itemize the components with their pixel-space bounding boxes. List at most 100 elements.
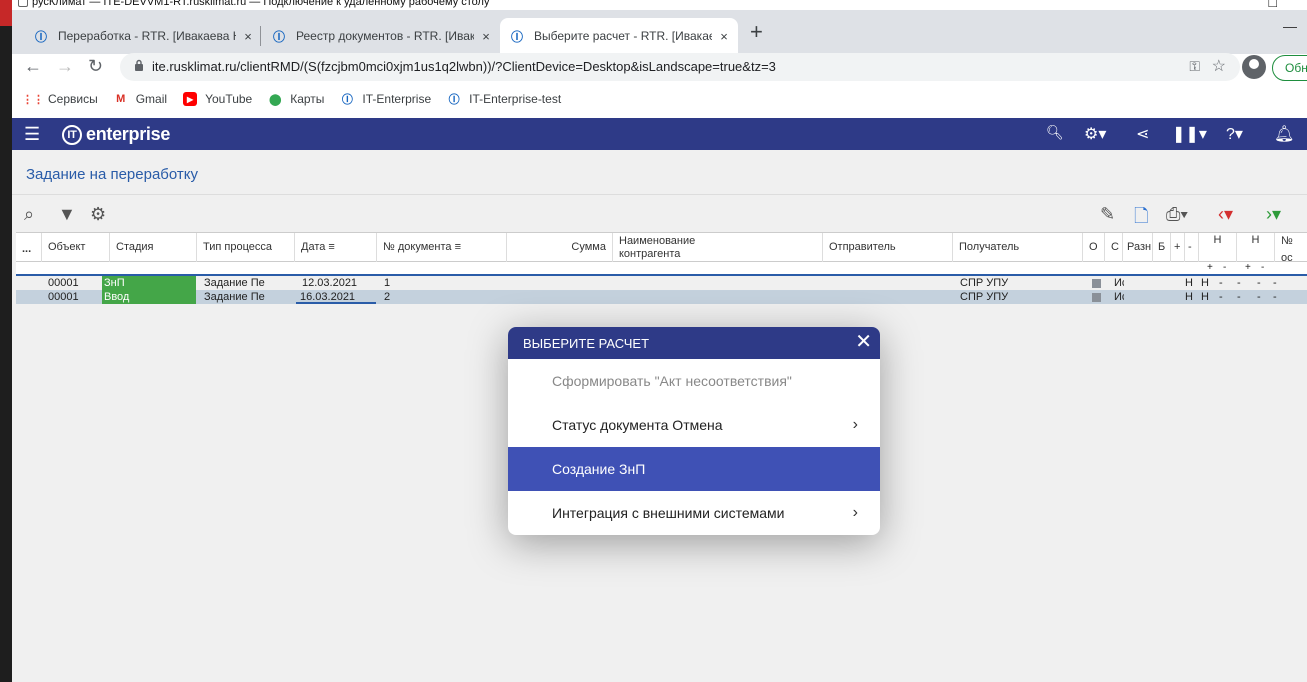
previous-red-arrow-icon[interactable]: ‹▾ <box>1218 204 1233 225</box>
tab-reestr[interactable]: Ⓘ Реестр документов - RTR. [Ивак × <box>262 18 500 54</box>
app-header: ☰ IT enterprise 🔍︎ ⚙▾ ⋖ ❚❚▾ ?▾ 🔔︎ <box>12 118 1307 150</box>
header-o[interactable]: О <box>1083 233 1105 263</box>
header-n1[interactable]: Н <box>1199 233 1237 263</box>
url-omnibox[interactable]: ite.rusklimat.ru/clientRMD/(S(fzcjbm0mci… <box>120 53 1240 81</box>
cell-doc-number: 2 <box>384 291 391 303</box>
cell-stage: ЗнП <box>102 276 196 290</box>
print-icon[interactable]: ⎙▾ <box>1166 204 1188 225</box>
update-button[interactable]: Обн <box>1272 55 1307 81</box>
header-date[interactable]: Дата ≡ <box>295 233 377 263</box>
menu-item-label: Сформировать "Акт несоответствия" <box>552 373 792 389</box>
reload-icon[interactable]: ↻ <box>88 56 103 77</box>
column-options-button[interactable]: ... <box>16 233 42 263</box>
tab-vyberite-raschet[interactable]: Ⓘ Выберите расчет - RTR. [Ивакае × <box>500 18 738 54</box>
document-icon[interactable]: 🗋︎ <box>1134 204 1148 234</box>
header-b[interactable]: Б <box>1153 233 1171 263</box>
cell-o-checkbox[interactable] <box>1090 290 1103 304</box>
header-stage[interactable]: Стадия <box>110 233 197 263</box>
settings-gear-icon[interactable]: ⚙▾ <box>1084 124 1106 144</box>
window-restore-icon[interactable]: □ <box>1269 0 1277 10</box>
hamburger-menu-icon[interactable]: ☰ <box>24 124 40 145</box>
window-minimize-icon[interactable]: — <box>1283 18 1297 34</box>
grid-settings-gear-icon[interactable]: ⚙ <box>90 204 106 225</box>
it-enterprise-favicon-icon: Ⓘ <box>272 29 285 44</box>
header-plus[interactable]: + <box>1171 233 1185 263</box>
tab-pererabotka[interactable]: Ⓘ Переработка - RTR. [Ивакаева Н × <box>24 18 262 54</box>
cell-date-focused[interactable]: 16.03.2021 <box>296 290 376 304</box>
bookmark-label: YouTube <box>205 92 253 106</box>
tab-close-icon[interactable]: × <box>478 29 494 44</box>
tab-close-icon[interactable]: × <box>716 29 732 44</box>
header-process-type[interactable]: Тип процесса <box>197 233 295 263</box>
cell-doc-number: 1 <box>384 277 391 289</box>
lock-icon <box>135 59 143 71</box>
header-raz[interactable]: Разн <box>1123 233 1153 263</box>
bookmark-it-enterprise[interactable]: Ⓘ IT-Enterprise <box>340 92 431 106</box>
sort-icon: ≡ <box>454 241 461 253</box>
header-counterparty[interactable]: Наименование контрагента <box>613 233 823 263</box>
cell-flag2: Н <box>1201 291 1209 303</box>
it-enterprise-favicon-icon: Ⓘ <box>34 29 47 44</box>
bookmark-services[interactable]: ⋮⋮ Сервисы <box>22 92 98 106</box>
filter-icon[interactable]: ▼ <box>58 204 76 225</box>
grid-subheader: + - + - <box>16 262 1307 276</box>
cell-o-checkbox[interactable] <box>1090 276 1103 290</box>
dialog-header: ВЫБЕРИТЕ РАСЧЕТ ✕ <box>508 327 880 359</box>
help-icon[interactable]: ?▾ <box>1226 124 1243 144</box>
bookmark-gmail[interactable]: M Gmail <box>114 92 167 106</box>
cell-flag2: Н <box>1201 277 1209 289</box>
header-sum[interactable]: Сумма <box>507 233 613 263</box>
notifications-bell-icon[interactable]: 🔔︎ <box>1274 124 1294 144</box>
next-green-arrow-icon[interactable]: ›▾ <box>1266 204 1281 225</box>
menu-item-status-cancel[interactable]: Статус документа Отмена › <box>508 403 880 447</box>
remote-desktop-icon <box>18 0 28 7</box>
menu-item-label: Интеграция с внешними системами <box>552 505 785 521</box>
new-tab-button[interactable]: + <box>750 21 763 43</box>
header-sender[interactable]: Отправитель <box>823 233 953 263</box>
menu-item-integration[interactable]: Интеграция с внешними системами › <box>508 491 880 535</box>
remote-desktop-titlebar: русКлимат — ITE-DEVVM1-RT.rusklimat.ru —… <box>12 0 1307 10</box>
edit-pencil-icon[interactable]: ✎ <box>1100 204 1115 225</box>
cell-dash: - <box>1273 277 1277 289</box>
header-c[interactable]: С <box>1105 233 1123 263</box>
bookmark-it-enterprise-test[interactable]: Ⓘ IT-Enterprise-test <box>447 92 562 106</box>
grid-search-icon[interactable]: ⌕ <box>24 204 34 225</box>
checkbox-icon <box>1092 293 1101 302</box>
forward-arrow-icon[interactable]: → <box>56 56 74 77</box>
header-n2[interactable]: Н <box>1237 233 1275 263</box>
share-icon[interactable]: ⋖ <box>1136 124 1149 144</box>
cell-c: Ис <box>1114 291 1124 303</box>
bookmarks-bar: ⋮⋮ Сервисы M Gmail ▶ YouTube ⬤ Карты Ⓘ IT-Ent… <box>12 82 1307 116</box>
close-icon[interactable]: ✕ <box>855 332 872 352</box>
header-number-os[interactable]: № ос <box>1275 233 1307 264</box>
grid-header: ... Объект Стадия Тип процесса Дата ≡ № … <box>16 232 1307 264</box>
header-date-label: Дата <box>301 241 326 253</box>
cell-date: 12.03.2021 <box>302 277 358 289</box>
subheader-minus: - <box>1223 262 1227 273</box>
table-row-selected[interactable]: 00001 Ввод Задание Пе 16.03.2021 2 СПР У… <box>16 290 1307 304</box>
header-minus[interactable]: - <box>1185 233 1199 263</box>
bookmark-youtube[interactable]: ▶ YouTube <box>183 92 252 106</box>
it-enterprise-icon: Ⓘ <box>341 94 353 106</box>
header-doc-number[interactable]: № документа ≡ <box>377 233 507 263</box>
back-arrow-icon[interactable]: ← <box>24 56 42 77</box>
tab-close-icon[interactable]: × <box>240 29 256 44</box>
address-bar: ← → ↻ ite.rusklimat.ru/clientRMD/(S(fzcj… <box>12 53 1307 82</box>
header-receiver[interactable]: Получатель <box>953 233 1083 263</box>
search-icon[interactable]: 🔍︎ <box>1046 124 1064 141</box>
enterprise-logo[interactable]: IT enterprise <box>62 124 170 145</box>
chevron-right-icon: › <box>852 416 858 433</box>
choose-calculation-dialog: ВЫБЕРИТЕ РАСЧЕТ ✕ Сформировать "Акт несо… <box>508 327 880 535</box>
bookmark-maps[interactable]: ⬤ Карты <box>268 92 324 106</box>
header-object[interactable]: Объект <box>42 233 110 263</box>
profile-avatar-icon[interactable] <box>1242 55 1266 79</box>
key-icon[interactable]: ⚿ <box>1189 58 1200 75</box>
menu-item-create-znp[interactable]: Создание ЗнП <box>508 447 880 491</box>
table-row[interactable]: 00001 ЗнП Задание Пе 12.03.2021 1 СПР УП… <box>16 276 1307 290</box>
chevron-right-icon: › <box>852 504 858 521</box>
pause-icon[interactable]: ❚❚▾ <box>1172 124 1207 144</box>
gmail-icon: M <box>116 93 126 105</box>
logo-text: enterprise <box>86 124 171 144</box>
menu-item-form-act[interactable]: Сформировать "Акт несоответствия" <box>508 359 880 403</box>
star-icon[interactable]: ☆ <box>1212 56 1226 76</box>
